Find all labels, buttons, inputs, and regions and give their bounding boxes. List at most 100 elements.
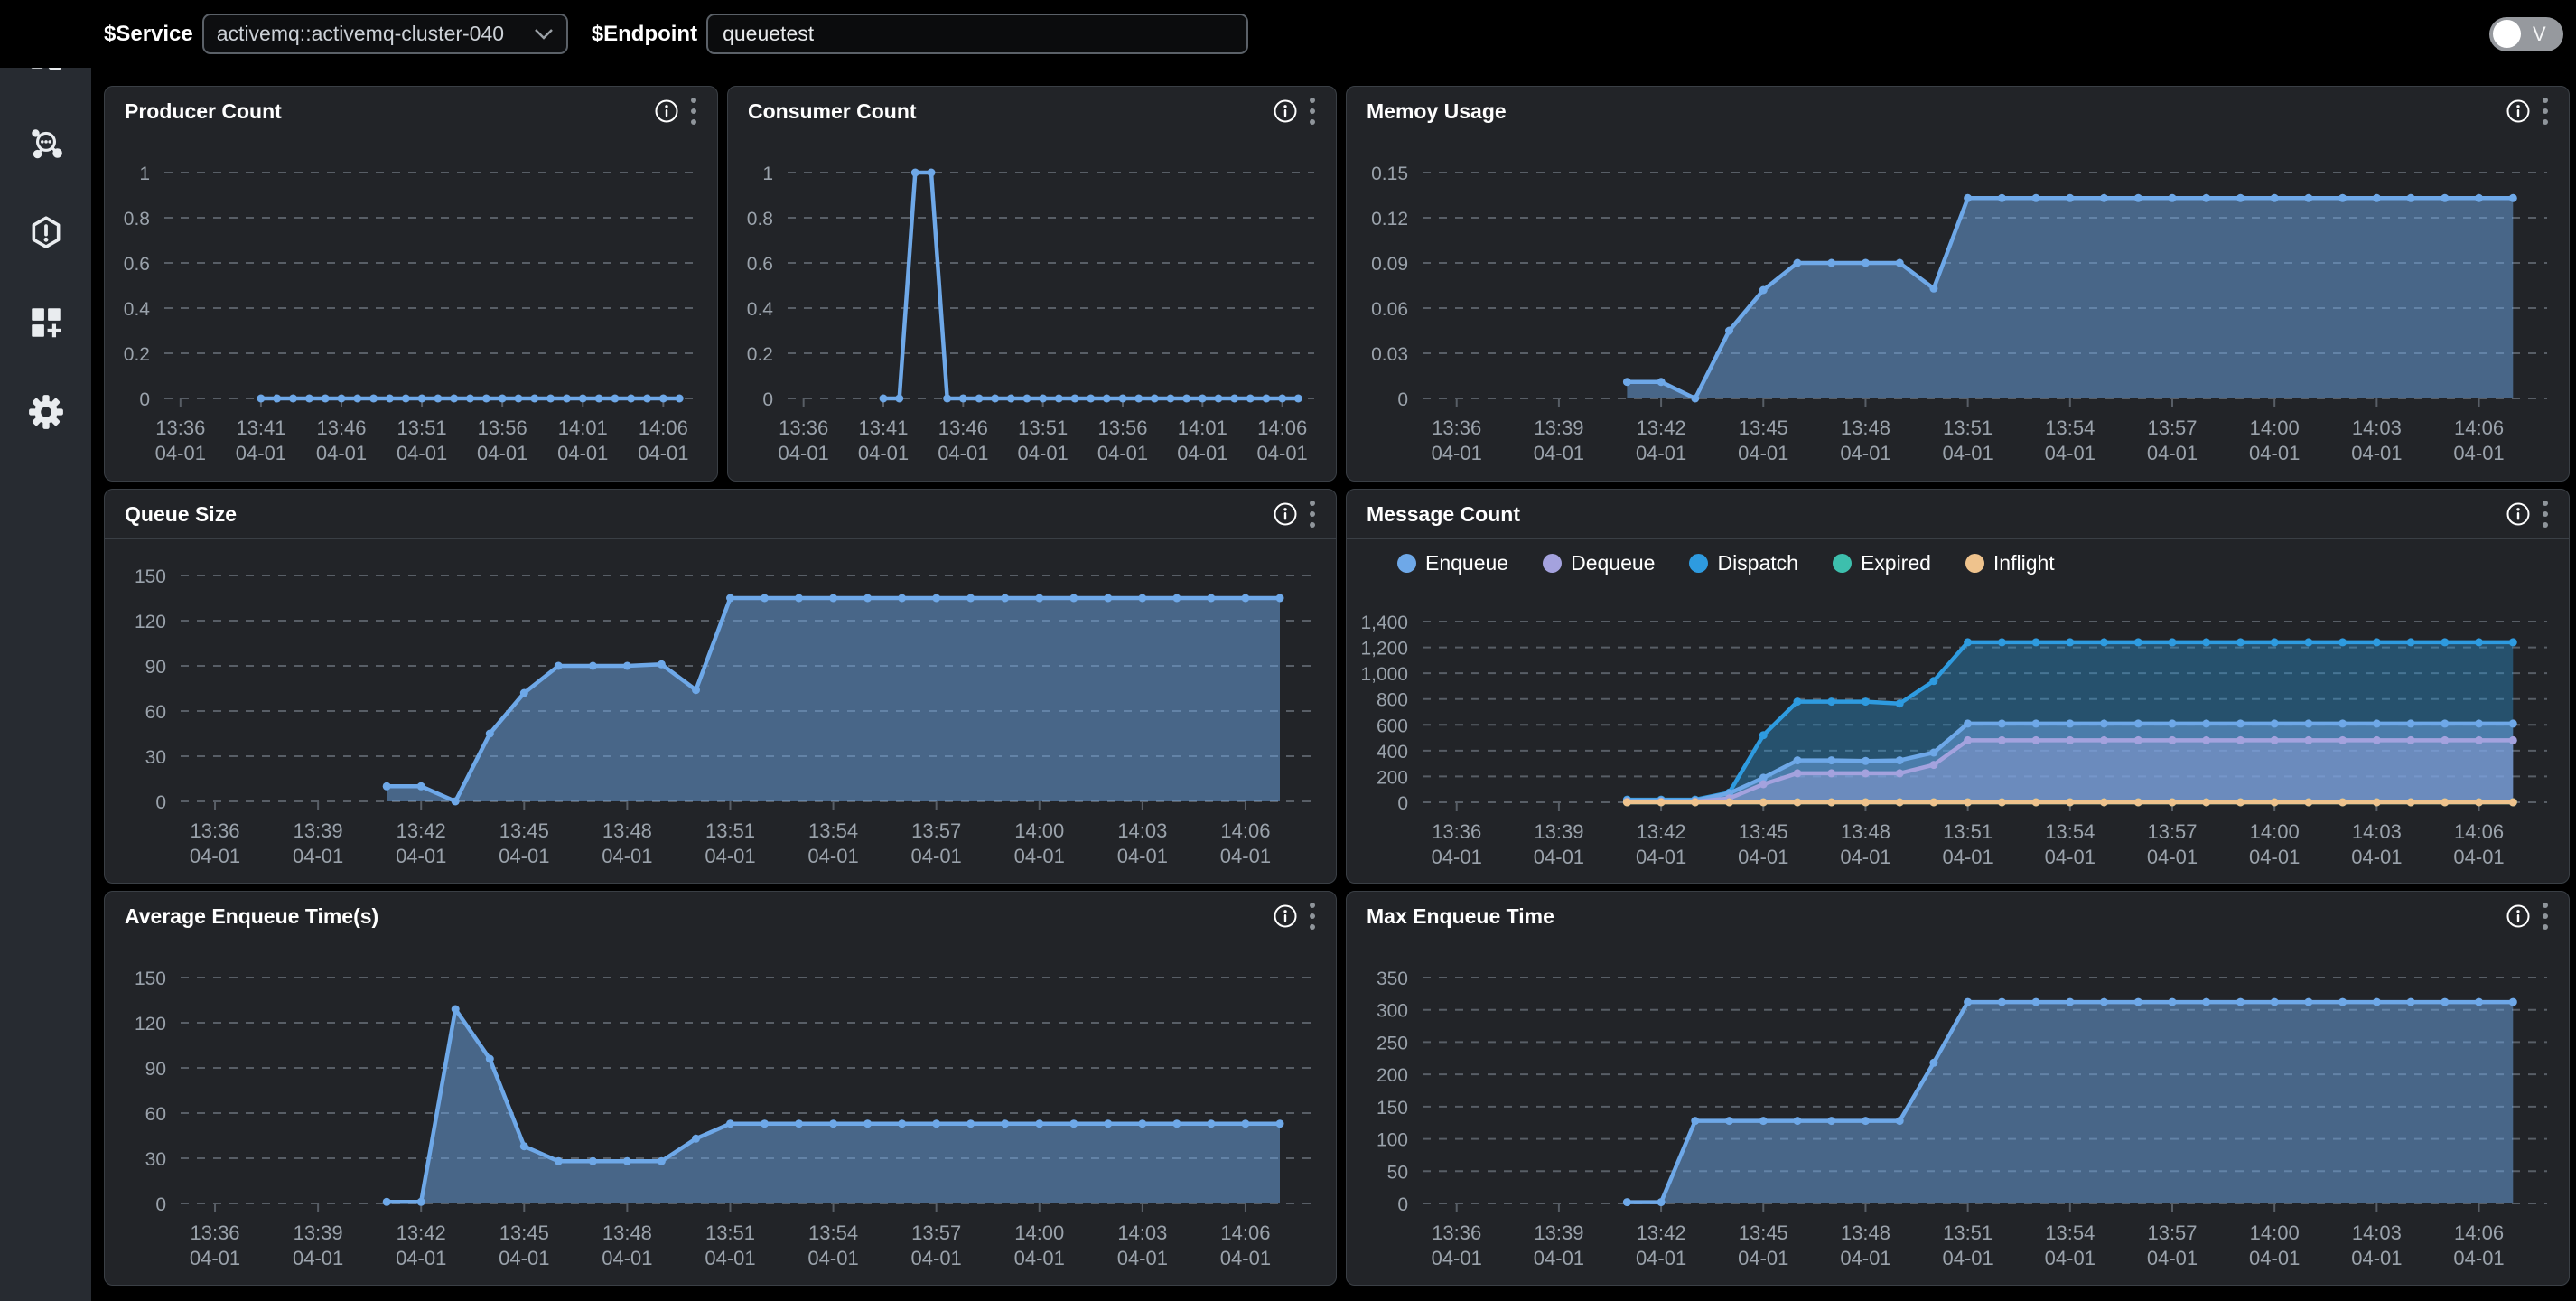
svg-text:1,200: 1,200 bbox=[1360, 639, 1408, 660]
svg-text:800: 800 bbox=[1377, 690, 1408, 711]
svg-text:04-01: 04-01 bbox=[1738, 846, 1788, 868]
svg-text:14:06: 14:06 bbox=[639, 417, 688, 439]
panel-menu-button[interactable] bbox=[685, 92, 703, 130]
info-icon bbox=[1273, 98, 1298, 124]
kebab-menu-icon bbox=[2542, 901, 2549, 931]
svg-text:04-01: 04-01 bbox=[293, 845, 343, 867]
svg-text:04-01: 04-01 bbox=[190, 845, 240, 867]
info-button[interactable] bbox=[1267, 900, 1303, 932]
svg-text:13:51: 13:51 bbox=[397, 417, 447, 439]
svg-text:04-01: 04-01 bbox=[602, 1247, 652, 1269]
panel-title: Memoy Usage bbox=[1367, 99, 2500, 124]
svg-text:04-01: 04-01 bbox=[1942, 846, 1993, 868]
svg-text:13:57: 13:57 bbox=[911, 819, 961, 842]
svg-text:1,400: 1,400 bbox=[1360, 613, 1408, 633]
svg-text:04-01: 04-01 bbox=[1636, 442, 1686, 464]
svg-text:04-01: 04-01 bbox=[1840, 1247, 1890, 1269]
svg-text:0.03: 0.03 bbox=[1371, 344, 1408, 365]
chart-canvas: 030609012015013:3604-0113:3904-0113:4204… bbox=[105, 941, 1336, 1285]
sidebar-item-settings[interactable] bbox=[26, 392, 66, 432]
svg-text:13:42: 13:42 bbox=[397, 1221, 446, 1244]
svg-text:1,000: 1,000 bbox=[1360, 664, 1408, 685]
svg-text:13:56: 13:56 bbox=[1097, 417, 1147, 439]
panel-menu-button[interactable] bbox=[1303, 92, 1321, 130]
svg-text:13:54: 13:54 bbox=[808, 1221, 858, 1244]
svg-text:14:06: 14:06 bbox=[2454, 820, 2504, 843]
svg-text:13:36: 13:36 bbox=[155, 417, 205, 439]
panel-menu-button[interactable] bbox=[1303, 897, 1321, 935]
panel-header: Producer Count bbox=[105, 87, 717, 136]
legend-item-dispatch[interactable]: Dispatch bbox=[1689, 551, 1797, 576]
svg-text:04-01: 04-01 bbox=[316, 442, 367, 464]
info-button[interactable] bbox=[649, 95, 685, 127]
endpoint-variable-label: $Endpoint bbox=[592, 22, 697, 47]
endpoint-input[interactable] bbox=[706, 14, 1248, 54]
svg-text:30: 30 bbox=[145, 747, 166, 768]
panel-menu-button[interactable] bbox=[1303, 495, 1321, 533]
legend-item-expired[interactable]: Expired bbox=[1833, 551, 1931, 576]
legend-dot-icon bbox=[1543, 554, 1562, 573]
svg-text:150: 150 bbox=[1377, 1098, 1408, 1118]
sidebar-item-alerts[interactable] bbox=[26, 213, 66, 253]
svg-text:04-01: 04-01 bbox=[602, 845, 652, 867]
legend-label: Enqueue bbox=[1425, 551, 1508, 576]
svg-text:04-01: 04-01 bbox=[2249, 1247, 2300, 1269]
svg-text:04-01: 04-01 bbox=[779, 442, 829, 464]
svg-text:13:39: 13:39 bbox=[1534, 417, 1583, 439]
info-button[interactable] bbox=[2500, 498, 2536, 530]
sidebar bbox=[0, 9, 91, 1301]
kebab-menu-icon bbox=[690, 96, 697, 126]
svg-text:13:57: 13:57 bbox=[2147, 417, 2197, 439]
info-button[interactable] bbox=[1267, 95, 1303, 127]
service-dropdown[interactable]: activemq::activemq-cluster-040 bbox=[202, 14, 568, 54]
panel-title: Max Enqueue Time bbox=[1367, 904, 2500, 929]
info-button[interactable] bbox=[2500, 95, 2536, 127]
svg-text:200: 200 bbox=[1377, 1065, 1408, 1086]
chart-canvas: 05010015020025030035013:3604-0113:3904-0… bbox=[1347, 941, 2569, 1285]
svg-text:04-01: 04-01 bbox=[1177, 442, 1227, 464]
info-button[interactable] bbox=[1267, 498, 1303, 530]
panel-menu-button[interactable] bbox=[2536, 495, 2554, 533]
svg-text:04-01: 04-01 bbox=[1840, 846, 1890, 868]
svg-text:14:03: 14:03 bbox=[2352, 820, 2402, 843]
svg-text:04-01: 04-01 bbox=[2147, 1247, 2198, 1269]
panel-header: Queue Size bbox=[105, 490, 1336, 539]
svg-text:04-01: 04-01 bbox=[911, 1247, 962, 1269]
svg-text:04-01: 04-01 bbox=[1432, 442, 1482, 464]
svg-text:04-01: 04-01 bbox=[396, 845, 446, 867]
max-enqueue-time-chart: 05010015020025030035013:3604-0113:3904-0… bbox=[1347, 941, 2569, 1285]
svg-text:0.2: 0.2 bbox=[747, 344, 773, 365]
sidebar-item-topology[interactable] bbox=[26, 124, 66, 164]
legend-item-inflight[interactable]: Inflight bbox=[1965, 551, 2055, 576]
svg-text:14:03: 14:03 bbox=[2352, 1221, 2402, 1244]
view-toggle[interactable]: V bbox=[2489, 17, 2563, 51]
svg-text:13:39: 13:39 bbox=[294, 1221, 343, 1244]
legend-item-dequeue[interactable]: Dequeue bbox=[1543, 551, 1655, 576]
svg-text:0: 0 bbox=[155, 792, 166, 813]
panel-max-enqueue-time: Max Enqueue Time 05010015020025030035013… bbox=[1346, 891, 2570, 1286]
svg-text:04-01: 04-01 bbox=[1534, 1247, 1584, 1269]
svg-text:04-01: 04-01 bbox=[1942, 1247, 1993, 1269]
svg-text:13:56: 13:56 bbox=[478, 417, 527, 439]
svg-text:04-01: 04-01 bbox=[1636, 1247, 1686, 1269]
panel-menu-button[interactable] bbox=[2536, 92, 2554, 130]
info-button[interactable] bbox=[2500, 900, 2536, 932]
svg-text:0: 0 bbox=[762, 389, 773, 410]
svg-text:0: 0 bbox=[1397, 793, 1408, 814]
svg-text:13:42: 13:42 bbox=[1637, 417, 1686, 439]
svg-text:04-01: 04-01 bbox=[1738, 1247, 1788, 1269]
legend-item-enqueue[interactable]: Enqueue bbox=[1397, 551, 1508, 576]
svg-text:04-01: 04-01 bbox=[2249, 846, 2300, 868]
panel-header: Memoy Usage bbox=[1347, 87, 2569, 136]
legend-label: Dequeue bbox=[1571, 551, 1655, 576]
svg-text:13:51: 13:51 bbox=[1943, 417, 1993, 439]
svg-text:04-01: 04-01 bbox=[477, 442, 527, 464]
svg-text:90: 90 bbox=[145, 1059, 166, 1080]
sidebar-item-add-panel[interactable] bbox=[26, 303, 66, 342]
panel-menu-button[interactable] bbox=[2536, 897, 2554, 935]
svg-text:13:36: 13:36 bbox=[779, 417, 828, 439]
svg-text:04-01: 04-01 bbox=[2351, 846, 2402, 868]
svg-text:04-01: 04-01 bbox=[705, 845, 755, 867]
chart-canvas: 030609012015013:3604-0113:3904-0113:4204… bbox=[105, 539, 1336, 883]
kebab-menu-icon bbox=[1309, 499, 1316, 529]
